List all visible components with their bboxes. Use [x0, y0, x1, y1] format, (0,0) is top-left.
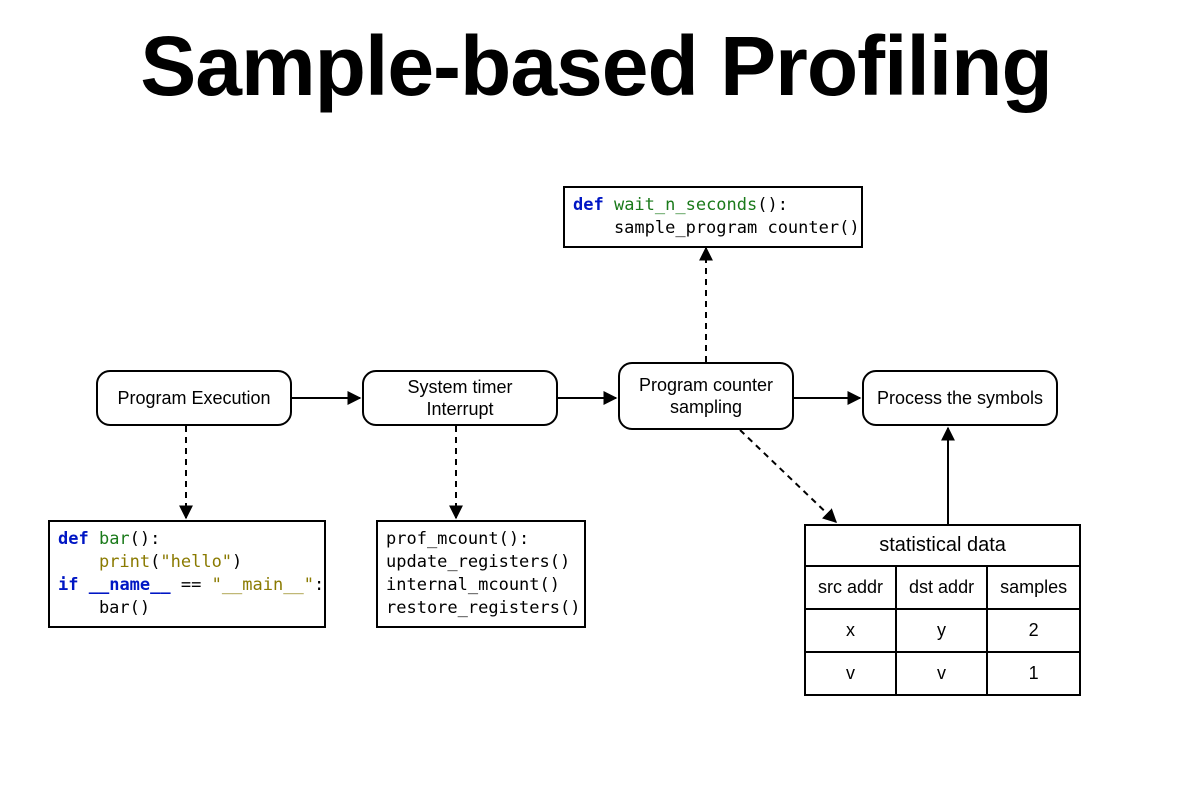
code-kw: if	[58, 575, 78, 595]
code-text	[78, 575, 88, 595]
table-cell: v	[896, 652, 987, 695]
table-cell: 1	[987, 652, 1080, 695]
code-kw: def	[58, 529, 89, 549]
code-wait-n-seconds: def wait_n_seconds(): sample_program cou…	[563, 186, 863, 248]
table-header: src addr	[805, 566, 896, 609]
code-fn: wait_n_seconds	[604, 195, 758, 215]
code-text: prof_mcount():	[386, 529, 529, 549]
code-str: "hello"	[160, 552, 232, 572]
code-text: ():	[130, 529, 161, 549]
code-text: (	[150, 552, 160, 572]
code-text: ():	[757, 195, 788, 215]
code-prof-mcount: prof_mcount(): update_registers() intern…	[376, 520, 586, 628]
table-row: v v 1	[805, 652, 1080, 695]
code-text: internal_mcount()	[386, 575, 560, 595]
code-text: update_registers()	[386, 552, 570, 572]
table-header: dst addr	[896, 566, 987, 609]
arrow-pcs-to-table	[740, 430, 836, 522]
code-fn-call: print	[99, 552, 150, 572]
node-label: Process the symbols	[877, 387, 1043, 410]
node-program-execution: Program Execution	[96, 370, 292, 426]
table-statistical-data: statistical data src addr dst addr sampl…	[804, 524, 1081, 696]
table-caption: statistical data	[805, 525, 1080, 566]
code-str: "__main__"	[212, 575, 314, 595]
table-cell: x	[805, 609, 896, 652]
table-cell: v	[805, 652, 896, 695]
code-text: ==	[171, 575, 212, 595]
slide-title: Sample-based Profiling	[0, 18, 1192, 115]
table-row: x y 2	[805, 609, 1080, 652]
node-label: Program Execution	[117, 387, 270, 410]
node-label: Program counter sampling	[639, 374, 773, 419]
code-kw: def	[573, 195, 604, 215]
code-text: bar()	[58, 598, 150, 618]
code-text: )	[232, 552, 242, 572]
node-process-symbols: Process the symbols	[862, 370, 1058, 426]
code-text: sample_program counter()	[573, 218, 860, 238]
table-header: samples	[987, 566, 1080, 609]
node-program-counter-sampling: Program counter sampling	[618, 362, 794, 430]
node-label: System timer Interrupt	[372, 376, 548, 421]
table-cell: y	[896, 609, 987, 652]
code-fn: bar	[89, 529, 130, 549]
node-system-timer-interrupt: System timer Interrupt	[362, 370, 558, 426]
code-var: __name__	[89, 575, 171, 595]
code-bar-main: def bar(): print("hello") if __name__ ==…	[48, 520, 326, 628]
code-text: restore_registers()	[386, 598, 580, 618]
code-text: :	[314, 575, 324, 595]
code-text	[58, 552, 99, 572]
table-cell: 2	[987, 609, 1080, 652]
